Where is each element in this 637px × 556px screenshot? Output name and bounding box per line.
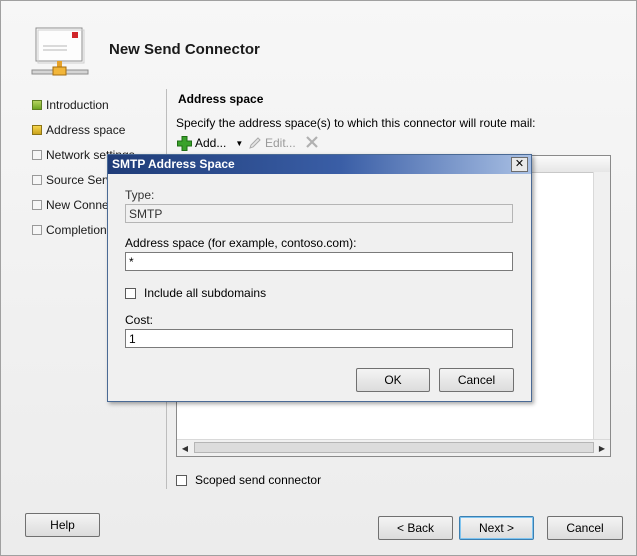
remove-icon[interactable] [305,135,319,149]
scroll-thumb[interactable] [194,442,594,453]
dropdown-arrow-icon: ▼ [235,138,244,148]
step-pending-icon [32,175,42,185]
cost-input[interactable]: 1 [125,329,513,348]
content-title: Address space [178,92,264,106]
step-pending-icon [32,225,42,235]
nav-item-address-space: Address space [32,122,125,138]
plus-icon [177,135,192,151]
step-complete-icon [32,100,42,110]
step-pending-icon [32,150,42,160]
ok-button[interactable]: OK [356,368,430,392]
dialog-title: SMTP Address Space [112,157,235,171]
back-button[interactable]: < Back [378,516,453,540]
nav-item-label: Introduction [46,98,109,112]
scoped-connector-checkbox[interactable] [176,474,187,486]
dialog-cancel-button[interactable]: Cancel [439,368,514,392]
scroll-right-icon[interactable]: ▶ [595,441,609,455]
include-subdomains-checkbox[interactable] [125,287,136,299]
scroll-left-icon[interactable]: ◀ [178,441,192,455]
type-label: Type: [125,188,155,202]
type-field: SMTP [125,204,513,223]
add-button-label: Add... [195,136,227,150]
include-subdomains-label: Include all subdomains [144,286,267,300]
address-space-label: Address space (for example, contoso.com)… [125,236,357,250]
cost-label: Cost: [125,313,154,327]
scoped-connector-label: Scoped send connector [195,473,322,487]
close-icon[interactable]: ✕ [511,157,528,172]
include-subdomains-option[interactable]: Include all subdomains [125,286,266,300]
horizontal-scrollbar[interactable]: ◀ ▶ [177,439,610,456]
address-space-input[interactable]: * [125,252,513,271]
scoped-connector-option[interactable]: Scoped send connector [176,473,321,487]
send-connector-icon [31,27,89,76]
vertical-scrollbar[interactable] [593,172,610,440]
add-button[interactable]: Add... ▼ [177,134,243,152]
edit-button-label: Edit... [265,136,296,150]
step-current-icon [32,125,42,135]
help-button[interactable]: Help [25,513,100,537]
wizard-cancel-button[interactable]: Cancel [547,516,623,540]
step-pending-icon [32,200,42,210]
nav-item-completion: Completion [32,222,107,238]
smtp-address-space-dialog: SMTP Address Space ✕ Type: SMTP Address … [107,154,532,402]
wizard-title: New Send Connector [109,41,260,58]
nav-item-label: Completion [46,223,107,237]
dialog-titlebar[interactable]: SMTP Address Space ✕ [108,155,531,174]
pencil-icon [249,137,261,149]
instructions-text: Specify the address space(s) to which th… [176,116,536,130]
edit-button[interactable]: Edit... [248,134,296,152]
nav-item-introduction: Introduction [32,97,109,113]
next-button[interactable]: Next > [459,516,534,540]
nav-item-label: Address space [46,123,126,137]
